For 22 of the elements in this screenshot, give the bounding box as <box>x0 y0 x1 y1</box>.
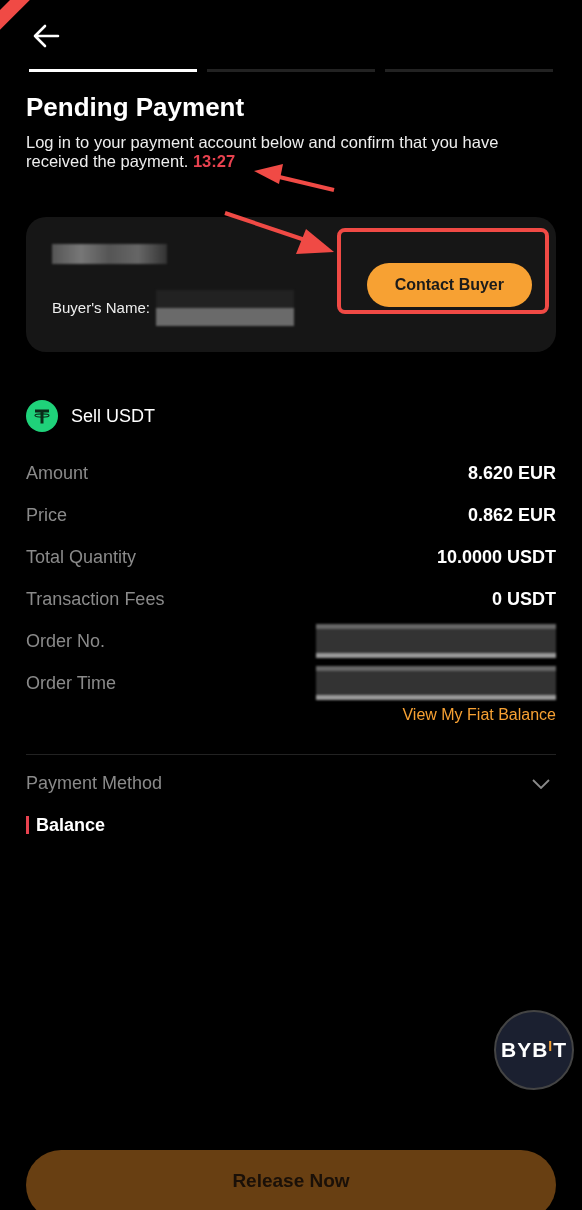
detail-value: 0.862 EUR <box>467 504 556 526</box>
detail-value: 8.620 EUR <box>467 462 556 484</box>
chevron-icon[interactable] <box>532 778 550 789</box>
payment-method-name: Balance <box>26 816 556 834</box>
instruction-text: Log in to your payment account below and confirm that you have received the payment. 13:27 <box>26 133 500 171</box>
buyer-name-label: Buyer's Name: <box>52 299 150 316</box>
trade-title: Sell USDT <box>71 405 155 427</box>
detail-value: 10.0000 USDT <box>436 546 556 568</box>
countdown-timer: 13:27 <box>192 152 236 170</box>
detail-label: Order No. <box>26 630 106 652</box>
detail-label: Order Time <box>26 672 117 694</box>
page-title: Pending Payment <box>26 92 246 123</box>
detail-label: Total Quantity <box>26 546 137 568</box>
detail-label: Transaction Fees <box>26 588 165 610</box>
back-arrow-icon[interactable] <box>32 24 60 48</box>
detail-value: 0 USDT <box>492 588 556 610</box>
tether-coin-icon <box>26 400 58 432</box>
payment-method-label: Payment Method <box>26 773 163 794</box>
detail-label: Amount <box>26 462 89 484</box>
contact-buyer-button[interactable]: Contact Buyer <box>366 262 532 307</box>
fiat-balance-link[interactable]: View My Fiat Balance <box>402 706 556 724</box>
detail-label: Price <box>26 504 67 526</box>
